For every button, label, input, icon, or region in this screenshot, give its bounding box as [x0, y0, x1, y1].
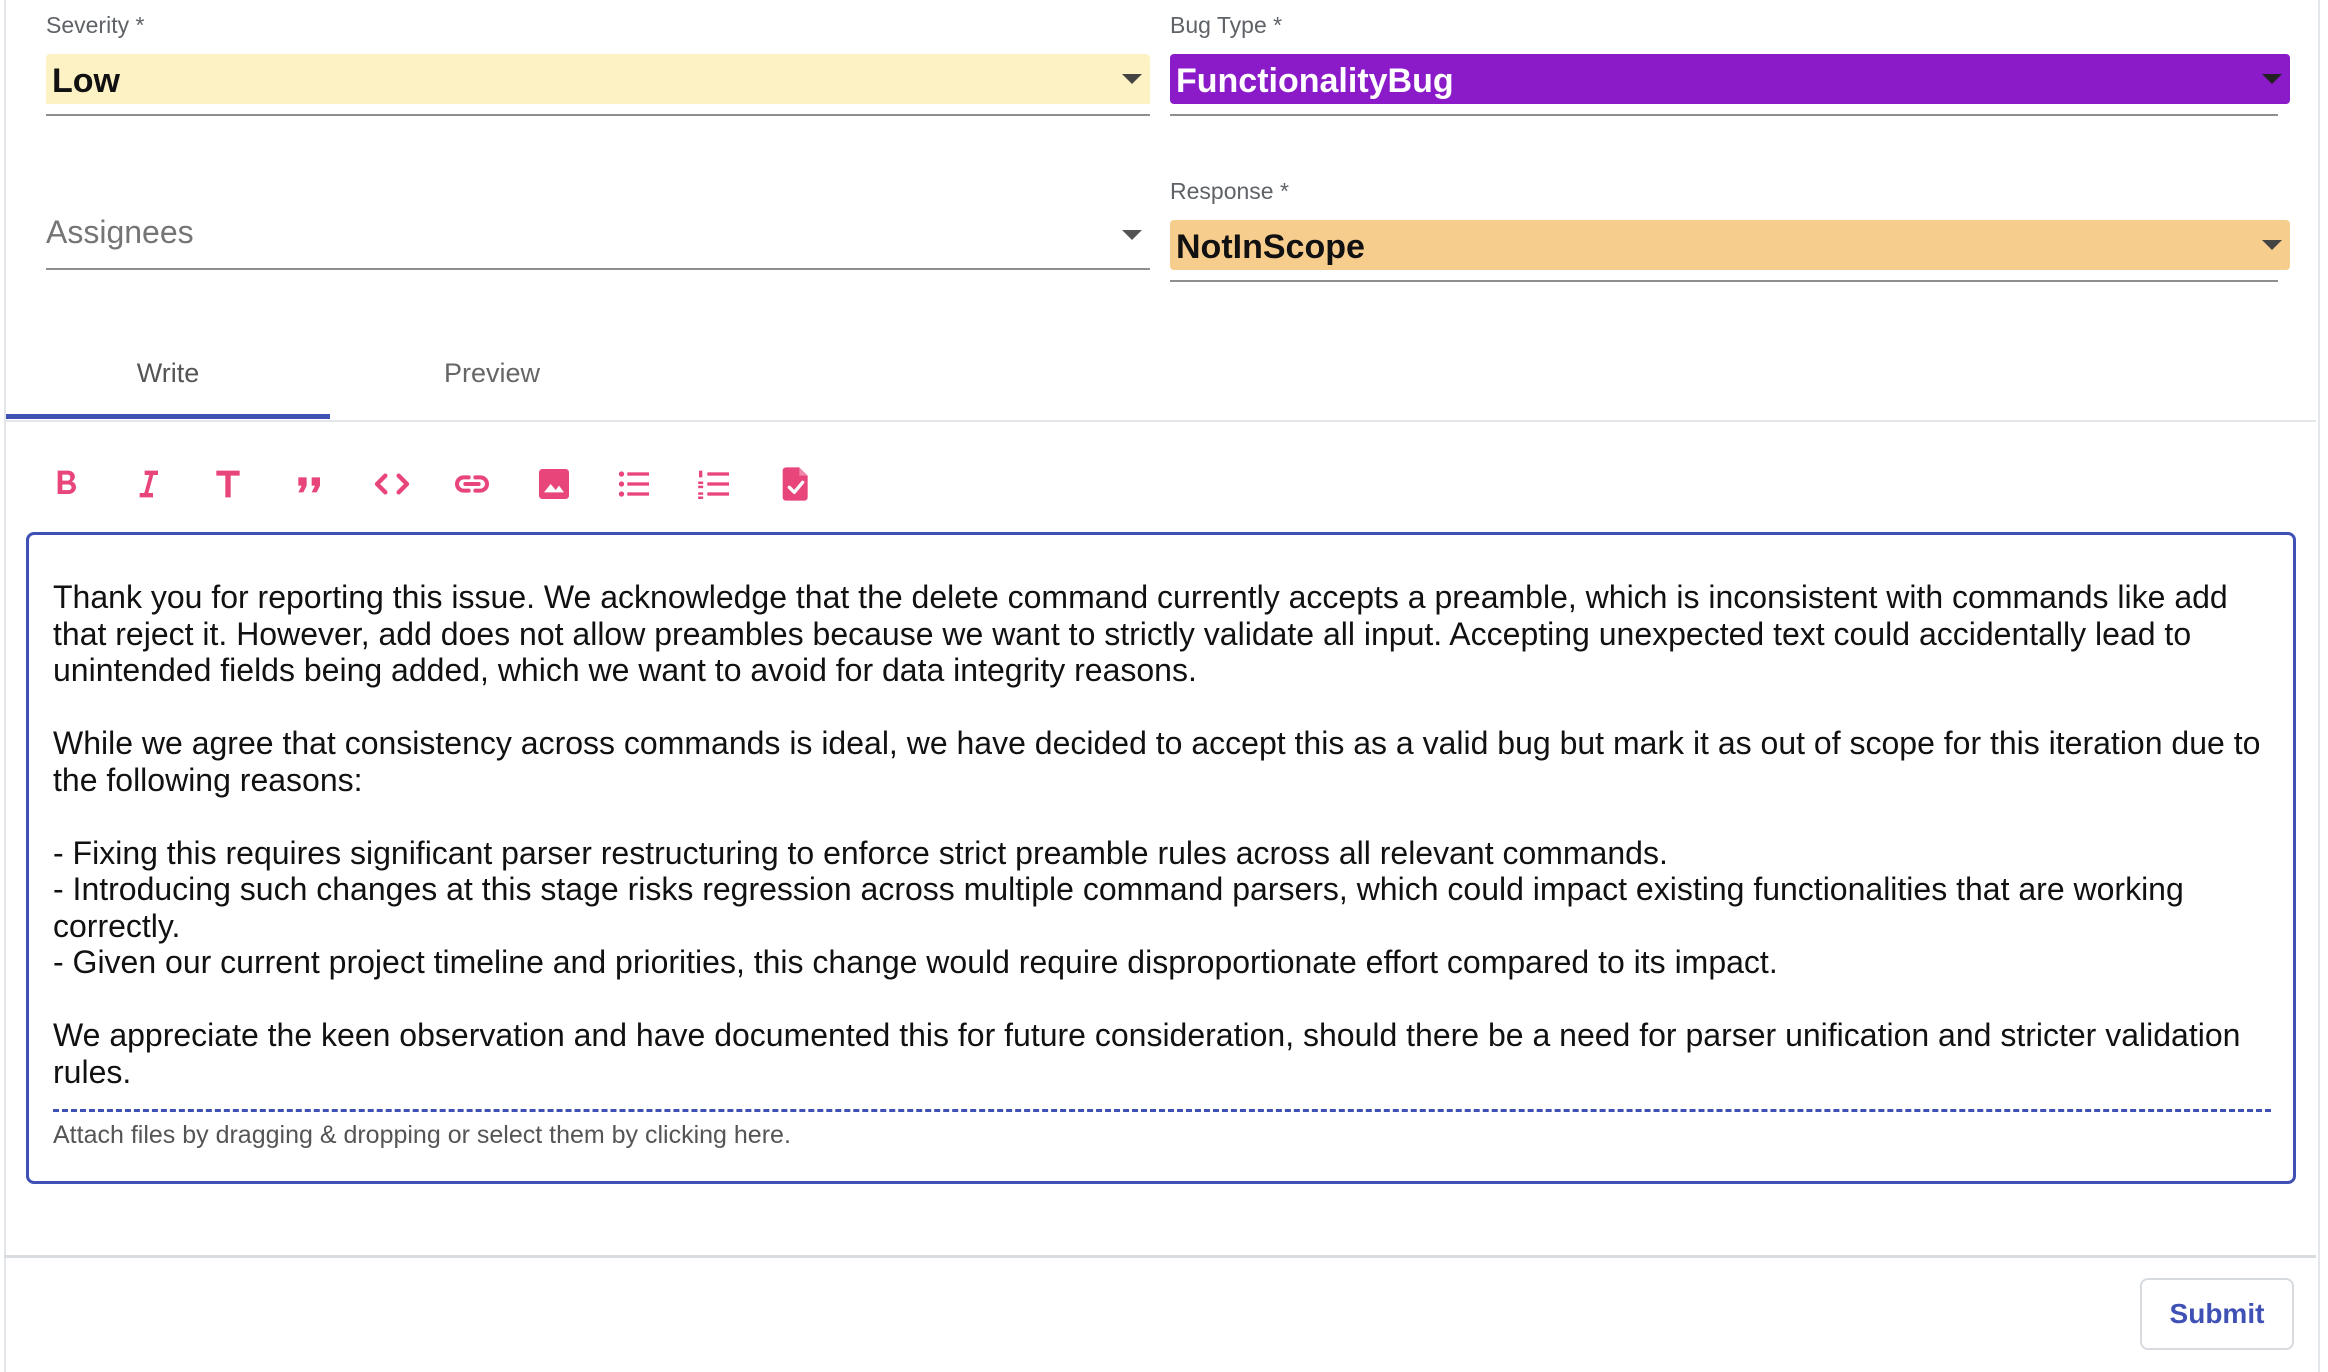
tab-preview[interactable]: Preview [330, 326, 654, 420]
assignees-underline [46, 268, 1150, 270]
code-icon [374, 473, 410, 495]
numbered-list-button[interactable] [690, 460, 738, 508]
footer-divider [4, 1255, 2316, 1258]
italic-icon [139, 470, 158, 498]
tab-write[interactable]: Write [6, 326, 330, 420]
active-tab-indicator [6, 414, 330, 419]
quote-button[interactable] [286, 460, 334, 508]
bulleted-list-icon [618, 471, 649, 497]
task-list-button[interactable] [772, 460, 820, 508]
bug-type-field: Bug Type * FunctionalityBug [1170, 12, 2292, 118]
response-select[interactable]: NotInScope [1170, 220, 2290, 270]
bold-button[interactable] [42, 460, 90, 508]
chevron-down-icon [2262, 74, 2282, 84]
severity-value: Low [52, 62, 120, 100]
bug-type-select[interactable]: FunctionalityBug [1170, 54, 2290, 104]
italic-button[interactable] [124, 460, 172, 508]
numbered-list-icon [698, 470, 729, 499]
bug-type-value: FunctionalityBug [1176, 62, 1454, 100]
image-icon [539, 469, 569, 499]
chevron-down-icon [1122, 74, 1142, 84]
bulleted-list-button[interactable] [610, 460, 658, 508]
severity-field: Severity * Low [46, 12, 1150, 118]
comment-editor[interactable]: Thank you for reporting this issue. We a… [26, 532, 2296, 1184]
assignees-field: Assignees [46, 214, 1150, 274]
severity-underline [46, 114, 1150, 116]
assignees-placeholder[interactable]: Assignees [46, 214, 194, 251]
image-button[interactable] [530, 460, 578, 508]
response-underline [1170, 280, 2278, 282]
link-button[interactable] [448, 460, 496, 508]
severity-select[interactable]: Low [46, 54, 1150, 104]
code-button[interactable] [368, 460, 416, 508]
response-field: Response * NotInScope [1170, 178, 2292, 284]
comment-textarea[interactable]: Thank you for reporting this issue. We a… [53, 579, 2273, 1090]
submit-button[interactable]: Submit [2140, 1278, 2294, 1350]
bug-type-label: Bug Type * [1170, 12, 1283, 38]
response-value: NotInScope [1176, 228, 1365, 266]
bold-icon [57, 470, 76, 494]
heading-icon [216, 470, 240, 498]
bug-type-underline [1170, 114, 2278, 116]
task-list-icon [782, 467, 808, 501]
chevron-down-icon[interactable] [1122, 230, 1142, 240]
heading-button[interactable] [204, 460, 252, 508]
response-label: Response * [1170, 178, 1289, 204]
link-icon [455, 475, 489, 493]
attach-files-hint[interactable]: Attach files by dragging & dropping or s… [53, 1121, 791, 1150]
attach-divider [53, 1109, 2271, 1112]
severity-label: Severity * [46, 12, 145, 38]
chevron-down-icon [2262, 240, 2282, 250]
quote-icon [298, 477, 320, 493]
